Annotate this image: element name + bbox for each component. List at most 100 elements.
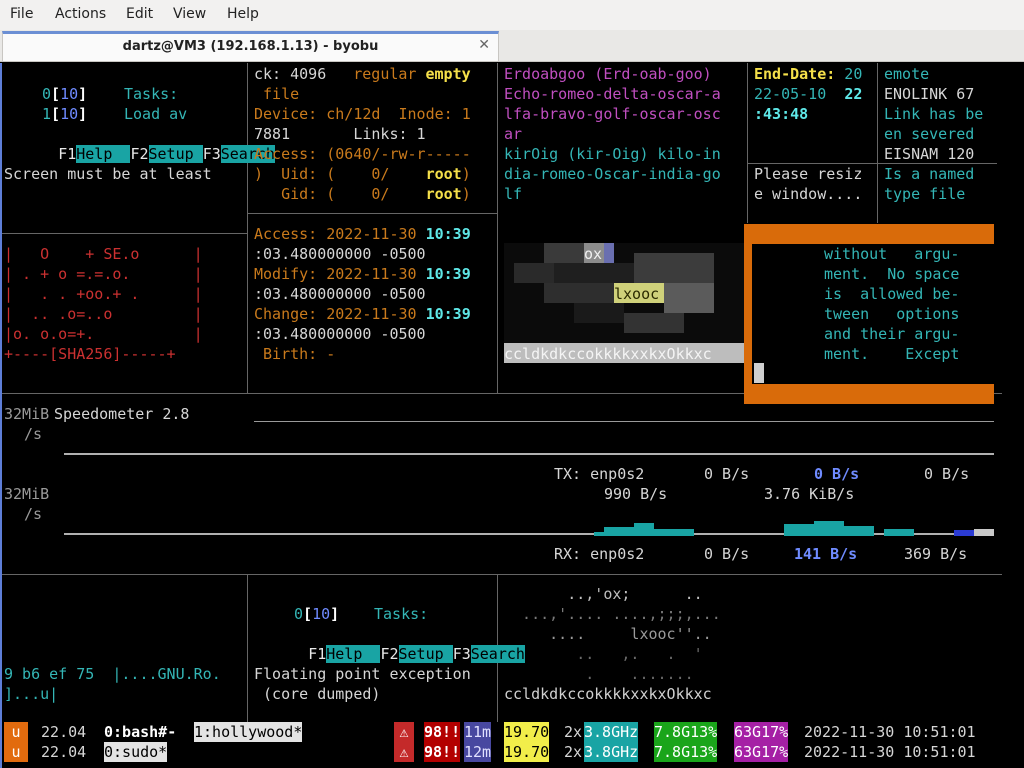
tab-title: dartz@VM3 (192.168.1.13) - byobu <box>122 39 379 54</box>
ascii-bottom-row: ccldkdkccokkkkxxkxOkkxc <box>504 345 712 363</box>
f2-key: F2 <box>380 645 399 663</box>
errno-line: ENOLINK 67 <box>884 85 975 103</box>
randomart-line: | O + SE.o | <box>4 245 203 263</box>
f1-key: F1 <box>308 645 327 663</box>
ascii-block <box>574 303 624 323</box>
window-tab-1-active[interactable]: 1:hollywood* <box>194 722 303 742</box>
pane-divider <box>497 63 498 393</box>
cpu-0-value: 10 <box>60 85 79 103</box>
hexdump-line: ]...u| <box>4 685 59 703</box>
stat-uid-name: root <box>425 165 462 183</box>
cpu-0-label: 0 <box>42 85 52 103</box>
stat-access-mode: Access: (0640/-rw-r----- <box>254 145 471 163</box>
cpu-frequency: 3.8GHz <box>584 722 639 742</box>
help-button[interactable]: Help <box>76 145 131 163</box>
ascii-art-line: .. ,. . ' <box>504 645 703 663</box>
cpu-count: 2x <box>564 723 583 741</box>
stat-modify-rest: :03.480000000 -0500 <box>254 285 426 303</box>
ascii-art-line: .... lxooc''.. <box>504 625 712 643</box>
hexdump-line: 9 b6 ef 75 |....GNU.Ro. <box>4 665 221 683</box>
randomart-line: |o. o.o=+. | <box>4 325 203 343</box>
memory-usage: 7.8G13% <box>654 742 718 762</box>
manpage-line: without argu- <box>824 245 960 263</box>
menu-file[interactable]: File <box>10 6 33 22</box>
manpage-line: and their argu- <box>824 325 960 343</box>
rx-bar <box>784 524 814 536</box>
menu-edit[interactable]: Edit <box>126 6 153 22</box>
terminal-tab[interactable]: dartz@VM3 (192.168.1.13) - byobu ✕ <box>2 31 499 61</box>
stat-modify-hour: 10:39 <box>425 265 471 283</box>
nato-line: Erdoabgoo (Erd-oab-goo) <box>504 65 712 83</box>
tx-peak-marker: 0 B/s <box>814 465 860 483</box>
setup-button[interactable]: Setup <box>148 145 203 163</box>
stat-block-size: ck: 4096 <box>254 65 327 83</box>
window-tab-0-active[interactable]: 0:sudo* <box>104 742 168 762</box>
rx-scale-unit: /s <box>24 505 43 523</box>
stat-paren: ) <box>461 185 471 203</box>
graph-line <box>64 453 994 455</box>
bracket-close: ] <box>78 85 88 103</box>
rx-bar <box>974 529 994 536</box>
rx-bar <box>654 529 694 536</box>
enddate-date: 22-05-10 <box>754 85 845 103</box>
stat-paren: ) <box>461 165 471 183</box>
load-average-label: Load av <box>124 105 188 123</box>
help-button[interactable]: Help <box>326 645 381 663</box>
rx-bar <box>884 529 914 536</box>
resize-message: e window.... <box>754 185 863 203</box>
load-indicator: 98!! <box>424 722 461 742</box>
window-tab-0[interactable]: 0:bash#- <box>104 722 176 742</box>
f3-key: F3 <box>452 645 471 663</box>
bracket-open: [ <box>303 605 313 623</box>
tab-bar: dartz@VM3 (192.168.1.13) - byobu ✕ <box>0 30 1024 62</box>
ubuntu-logo-icon: u <box>4 722 28 742</box>
text-cursor <box>754 363 764 383</box>
close-tab-icon[interactable]: ✕ <box>478 37 490 53</box>
pane-divider <box>877 63 878 223</box>
ascii-block <box>554 263 634 283</box>
errno-line: type file <box>884 185 966 203</box>
setup-button[interactable]: Setup <box>398 645 453 663</box>
uptime: 12m <box>464 742 492 762</box>
stat-gid: Gid: ( 0/ <box>254 185 426 203</box>
disk-usage: 63G17% <box>734 742 789 762</box>
tx-current: 0 B/s <box>704 465 750 483</box>
ubuntu-logo-icon: u <box>4 742 28 762</box>
nato-line: Echo-romeo-delta-oscar-a <box>504 85 721 103</box>
stat-birth: Birth: - <box>254 345 336 363</box>
cpu-1-value: 10 <box>60 105 79 123</box>
stat-file-empty: empty <box>425 65 471 83</box>
memory-usage: 7.8G13% <box>654 722 718 742</box>
load-average: 19.70 <box>504 722 550 742</box>
menu-bar: File Actions Edit View Help <box>0 0 1024 30</box>
ascii-block <box>664 283 714 313</box>
bracket-open: [ <box>51 105 61 123</box>
ascii-block <box>514 263 554 283</box>
menu-actions[interactable]: Actions <box>55 6 106 22</box>
rx-bar <box>844 526 874 536</box>
rx-scale: 32MiB <box>4 485 50 503</box>
menu-help[interactable]: Help <box>227 6 259 22</box>
ascii-ox: ox <box>584 245 603 263</box>
menu-view[interactable]: View <box>173 6 206 22</box>
tx-scale-unit: /s <box>24 425 43 443</box>
nato-line: lf <box>504 185 523 203</box>
rx-bar <box>954 530 974 536</box>
ascii-art-line: ..,'ox; .. <box>504 585 703 603</box>
tx-max: 0 B/s <box>924 465 970 483</box>
manpage-line: is allowed be- <box>824 285 960 303</box>
cpu-frequency: 3.8GHz <box>584 742 639 762</box>
f2-key: F2 <box>130 145 149 163</box>
randomart-line: | . + o =.=.o. | <box>4 265 203 283</box>
nato-line: ar <box>504 125 523 143</box>
stat-change-hour: 10:39 <box>425 305 471 323</box>
ascii-block <box>544 283 614 303</box>
enddate-label: End-Date: <box>754 65 836 83</box>
tx-average: 990 B/s <box>604 485 668 503</box>
tx-interface: TX: enp0s2 <box>554 465 645 483</box>
errno-line: Is a named <box>884 165 975 183</box>
resize-message: Please resiz <box>754 165 863 183</box>
terminal-area[interactable]: 0[10] Tasks: 1[10] Load av F1Help F2Setu… <box>0 63 1024 768</box>
bracket-close: ] <box>78 105 88 123</box>
ascii-block <box>544 243 584 263</box>
